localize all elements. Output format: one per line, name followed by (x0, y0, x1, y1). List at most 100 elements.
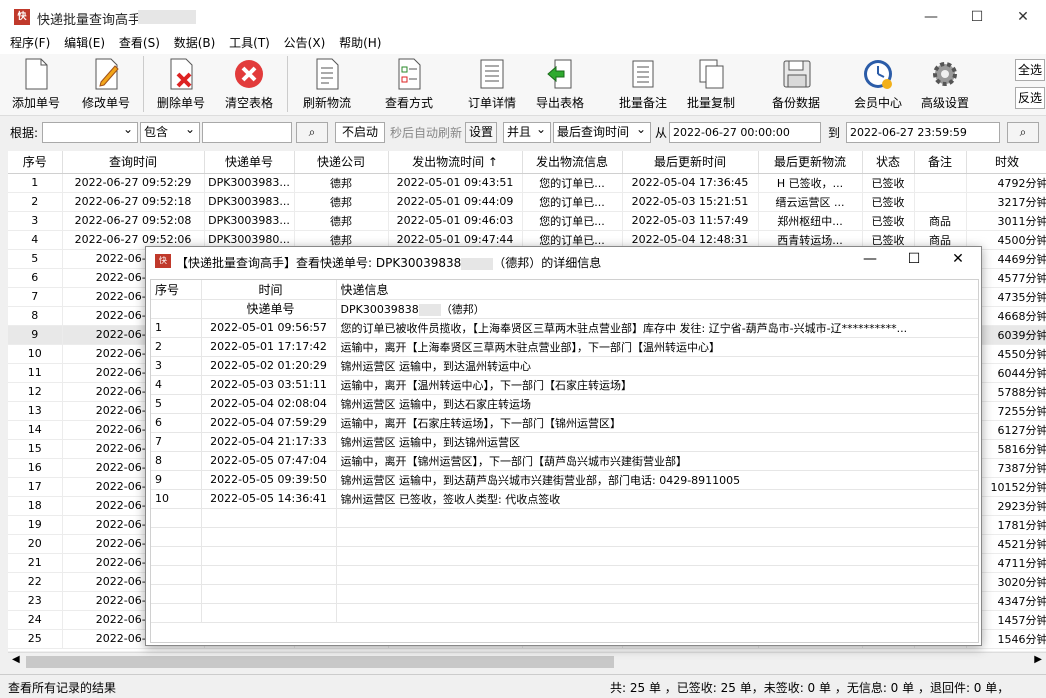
table-cell: 25 (8, 629, 63, 649)
advanced-settings-button[interactable]: 高级设置 (916, 56, 974, 112)
grid-header-cell[interactable]: 快递单号 (204, 151, 295, 174)
menu-program[interactable]: 程序(F) (10, 34, 50, 52)
grid-header-cell[interactable]: 备注 (914, 151, 967, 174)
search-button[interactable]: ⌕ (296, 122, 328, 143)
empty-row (151, 546, 978, 566)
detail-row[interactable]: 4 2022-05-03 03:51:11 运输中，离开【温州转运中心】，下一部门【… (151, 375, 978, 395)
detail-cell: 锦州运营区 运输中，到达锦州运营区 (336, 432, 978, 452)
keyword-input[interactable] (202, 122, 292, 143)
scroll-right-icon[interactable]: ▶ (1034, 654, 1042, 665)
detail-row[interactable]: 7 2022-05-04 21:17:33 锦州运营区 运输中，到达锦州运营区 (151, 432, 978, 452)
dialog-title-suffix: （德邦）的详细信息 (493, 256, 602, 270)
detail-cell: 9 (151, 470, 202, 490)
dialog-minimize-button[interactable]: — (850, 251, 890, 267)
detail-row[interactable]: 2 2022-05-01 17:17:42 运输中，离开【上海奉贤区三草两木驻点营业… (151, 337, 978, 357)
view-mode-button[interactable]: 查看方式 (380, 56, 438, 112)
table-cell: 8 (8, 306, 63, 326)
empty-row (151, 565, 978, 585)
table-row[interactable]: 1 2022-06-27 09:52:29 DPK3003983... 德邦 2022-… (8, 173, 1046, 193)
to-label: 到 (828, 126, 841, 140)
select-all-button[interactable]: 全选 (1015, 59, 1045, 81)
detail-header-info: 快递信息 (336, 280, 978, 300)
add-button[interactable]: 添加单号 (8, 56, 64, 112)
detail-row[interactable]: 6 2022-05-04 07:59:29 运输中，离开【石家庄转运场】，下一部门【… (151, 413, 978, 433)
detail-row[interactable]: 10 2022-05-05 14:36:41 锦州运营区 已签收，签收人类型: 代收… (151, 489, 978, 509)
from-datetime-picker[interactable]: 2022-06-27 00:00:00 (669, 122, 821, 143)
export-button[interactable]: 导出表格 (530, 56, 590, 112)
delete-button[interactable]: 删除单号 (152, 56, 210, 112)
logic-select[interactable]: 并且 (503, 120, 551, 143)
table-cell: 21 (8, 553, 63, 573)
dialog-close-button[interactable]: ✕ (938, 251, 978, 267)
grid-header-cell[interactable]: 查询时间 (62, 151, 205, 174)
detail-row[interactable]: 5 2022-05-04 02:08:04 锦州运营区 运输中，到达石家庄转运场 (151, 394, 978, 414)
batch-note-button[interactable]: 批量备注 (614, 56, 672, 112)
time-field-select[interactable]: 最后查询时间 (553, 120, 651, 143)
table-cell: 2022-05-04 17:36:45 (622, 173, 759, 193)
detail-cell: 锦州运营区 运输中，到达葫芦岛兴城市兴建街营业部，部门电话: 0429-8911… (336, 470, 978, 490)
close-button[interactable]: ✕ (1000, 4, 1046, 30)
order-details-label: 订单详情 (467, 96, 516, 110)
maximize-button[interactable]: ☐ (954, 4, 1000, 30)
dialog-maximize-button[interactable]: ☐ (894, 251, 934, 267)
refresh-label: 刷新物流 (302, 96, 351, 110)
horizontal-scrollbar[interactable]: ◀ ▶ (8, 652, 1046, 670)
menu-tools[interactable]: 工具(T) (229, 34, 270, 52)
detail-cell: 7 (151, 432, 202, 452)
detail-cell: 运输中，离开【石家庄转运场】，下一部门【锦州运营区】 (336, 413, 978, 433)
minimize-button[interactable]: — (908, 4, 954, 30)
add-button-label: 添加单号 (11, 96, 60, 110)
menu-view[interactable]: 查看(S) (119, 34, 160, 52)
date-search-button[interactable]: ⌕ (1007, 122, 1039, 143)
grid-header-cell[interactable]: 最后更新物流 (758, 151, 863, 174)
backup-button[interactable]: 备份数据 (766, 56, 826, 112)
menu-data[interactable]: 数据(B) (174, 34, 216, 52)
menu-edit[interactable]: 编辑(E) (64, 34, 105, 52)
filter-field-select[interactable] (42, 120, 138, 143)
table-cell: 2022-05-01 09:44:09 (388, 192, 523, 212)
detail-grid[interactable]: 序号 时间 快递信息 快递单号 DPK30039838 （德邦） 1 2022-05… (150, 279, 979, 643)
table-cell: 已签收 (862, 211, 915, 231)
clear-table-button[interactable]: 清空表格 (220, 56, 278, 112)
backup-label: 备份数据 (771, 96, 820, 110)
search-icon: ⌕ (1019, 125, 1027, 139)
table-cell: 您的订单已... (522, 173, 623, 193)
grid-header-cell[interactable]: 发出物流时间 ↑ (388, 151, 523, 174)
auto-refresh-input[interactable]: 不启动 (335, 122, 385, 143)
grid-header-cell[interactable]: 状态 (862, 151, 915, 174)
order-details-button[interactable]: 订单详情 (462, 56, 522, 112)
member-center-button[interactable]: 会员中心 (850, 56, 906, 112)
detail-row[interactable]: 9 2022-05-05 09:39:50 锦州运营区 运输中，到达葫芦岛兴城市兴建… (151, 470, 978, 490)
grid-header-cell[interactable]: 快递公司 (294, 151, 389, 174)
table-cell: 4 (8, 230, 63, 250)
detail-cell: 2022-05-04 07:59:29 (201, 413, 337, 433)
grid-header-cell[interactable]: 发出物流信息 (522, 151, 623, 174)
grid-header-cell[interactable]: 序号 (8, 151, 63, 174)
table-row[interactable]: 3 2022-06-27 09:52:08 DPK3003983... 德邦 2022-… (8, 211, 1046, 231)
scroll-left-icon[interactable]: ◀ (12, 654, 20, 665)
set-button[interactable]: 设置 (465, 122, 497, 143)
batch-copy-button[interactable]: 批量复制 (682, 56, 740, 112)
table-row[interactable]: 2 2022-06-27 09:52:18 DPK3003983... 德邦 2022-… (8, 192, 1046, 212)
member-center-label: 会员中心 (853, 96, 902, 110)
table-cell: 17 (8, 477, 63, 497)
detail-cell: 2022-05-05 09:39:50 (201, 470, 337, 490)
edit-button[interactable]: 修改单号 (78, 56, 134, 112)
grid-header-cell[interactable]: 最后更新时间 (622, 151, 759, 174)
delete-button-label: 删除单号 (156, 96, 205, 110)
grid-header-cell[interactable]: 时效 (966, 151, 1046, 174)
to-datetime-picker[interactable]: 2022-06-27 23:59:59 (846, 122, 1000, 143)
detail-row[interactable]: 1 2022-05-01 09:56:57 您的订单已被收件员揽收，【上海奉贤区三草… (151, 318, 978, 338)
menu-help[interactable]: 帮助(H) (339, 34, 381, 52)
scrollbar-thumb[interactable] (26, 656, 614, 668)
match-mode-select[interactable]: 包含 (140, 120, 200, 143)
dialog-title-prefix: 【快递批量查询高手】查看快递单号: DPK30039838 (176, 256, 462, 270)
table-cell: 10 (8, 344, 63, 364)
menu-notice[interactable]: 公告(X) (284, 34, 326, 52)
refresh-button[interactable]: 刷新物流 (296, 56, 358, 112)
detail-row[interactable]: 8 2022-05-05 07:47:04 运输中，离开【锦州运营区】，下一部门【葫… (151, 451, 978, 471)
empty-row (151, 527, 978, 547)
empty-row (151, 508, 978, 528)
detail-row[interactable]: 3 2022-05-02 01:20:29 锦州运营区 运输中，到达温州转运中心 (151, 356, 978, 376)
invert-selection-button[interactable]: 反选 (1015, 87, 1045, 109)
